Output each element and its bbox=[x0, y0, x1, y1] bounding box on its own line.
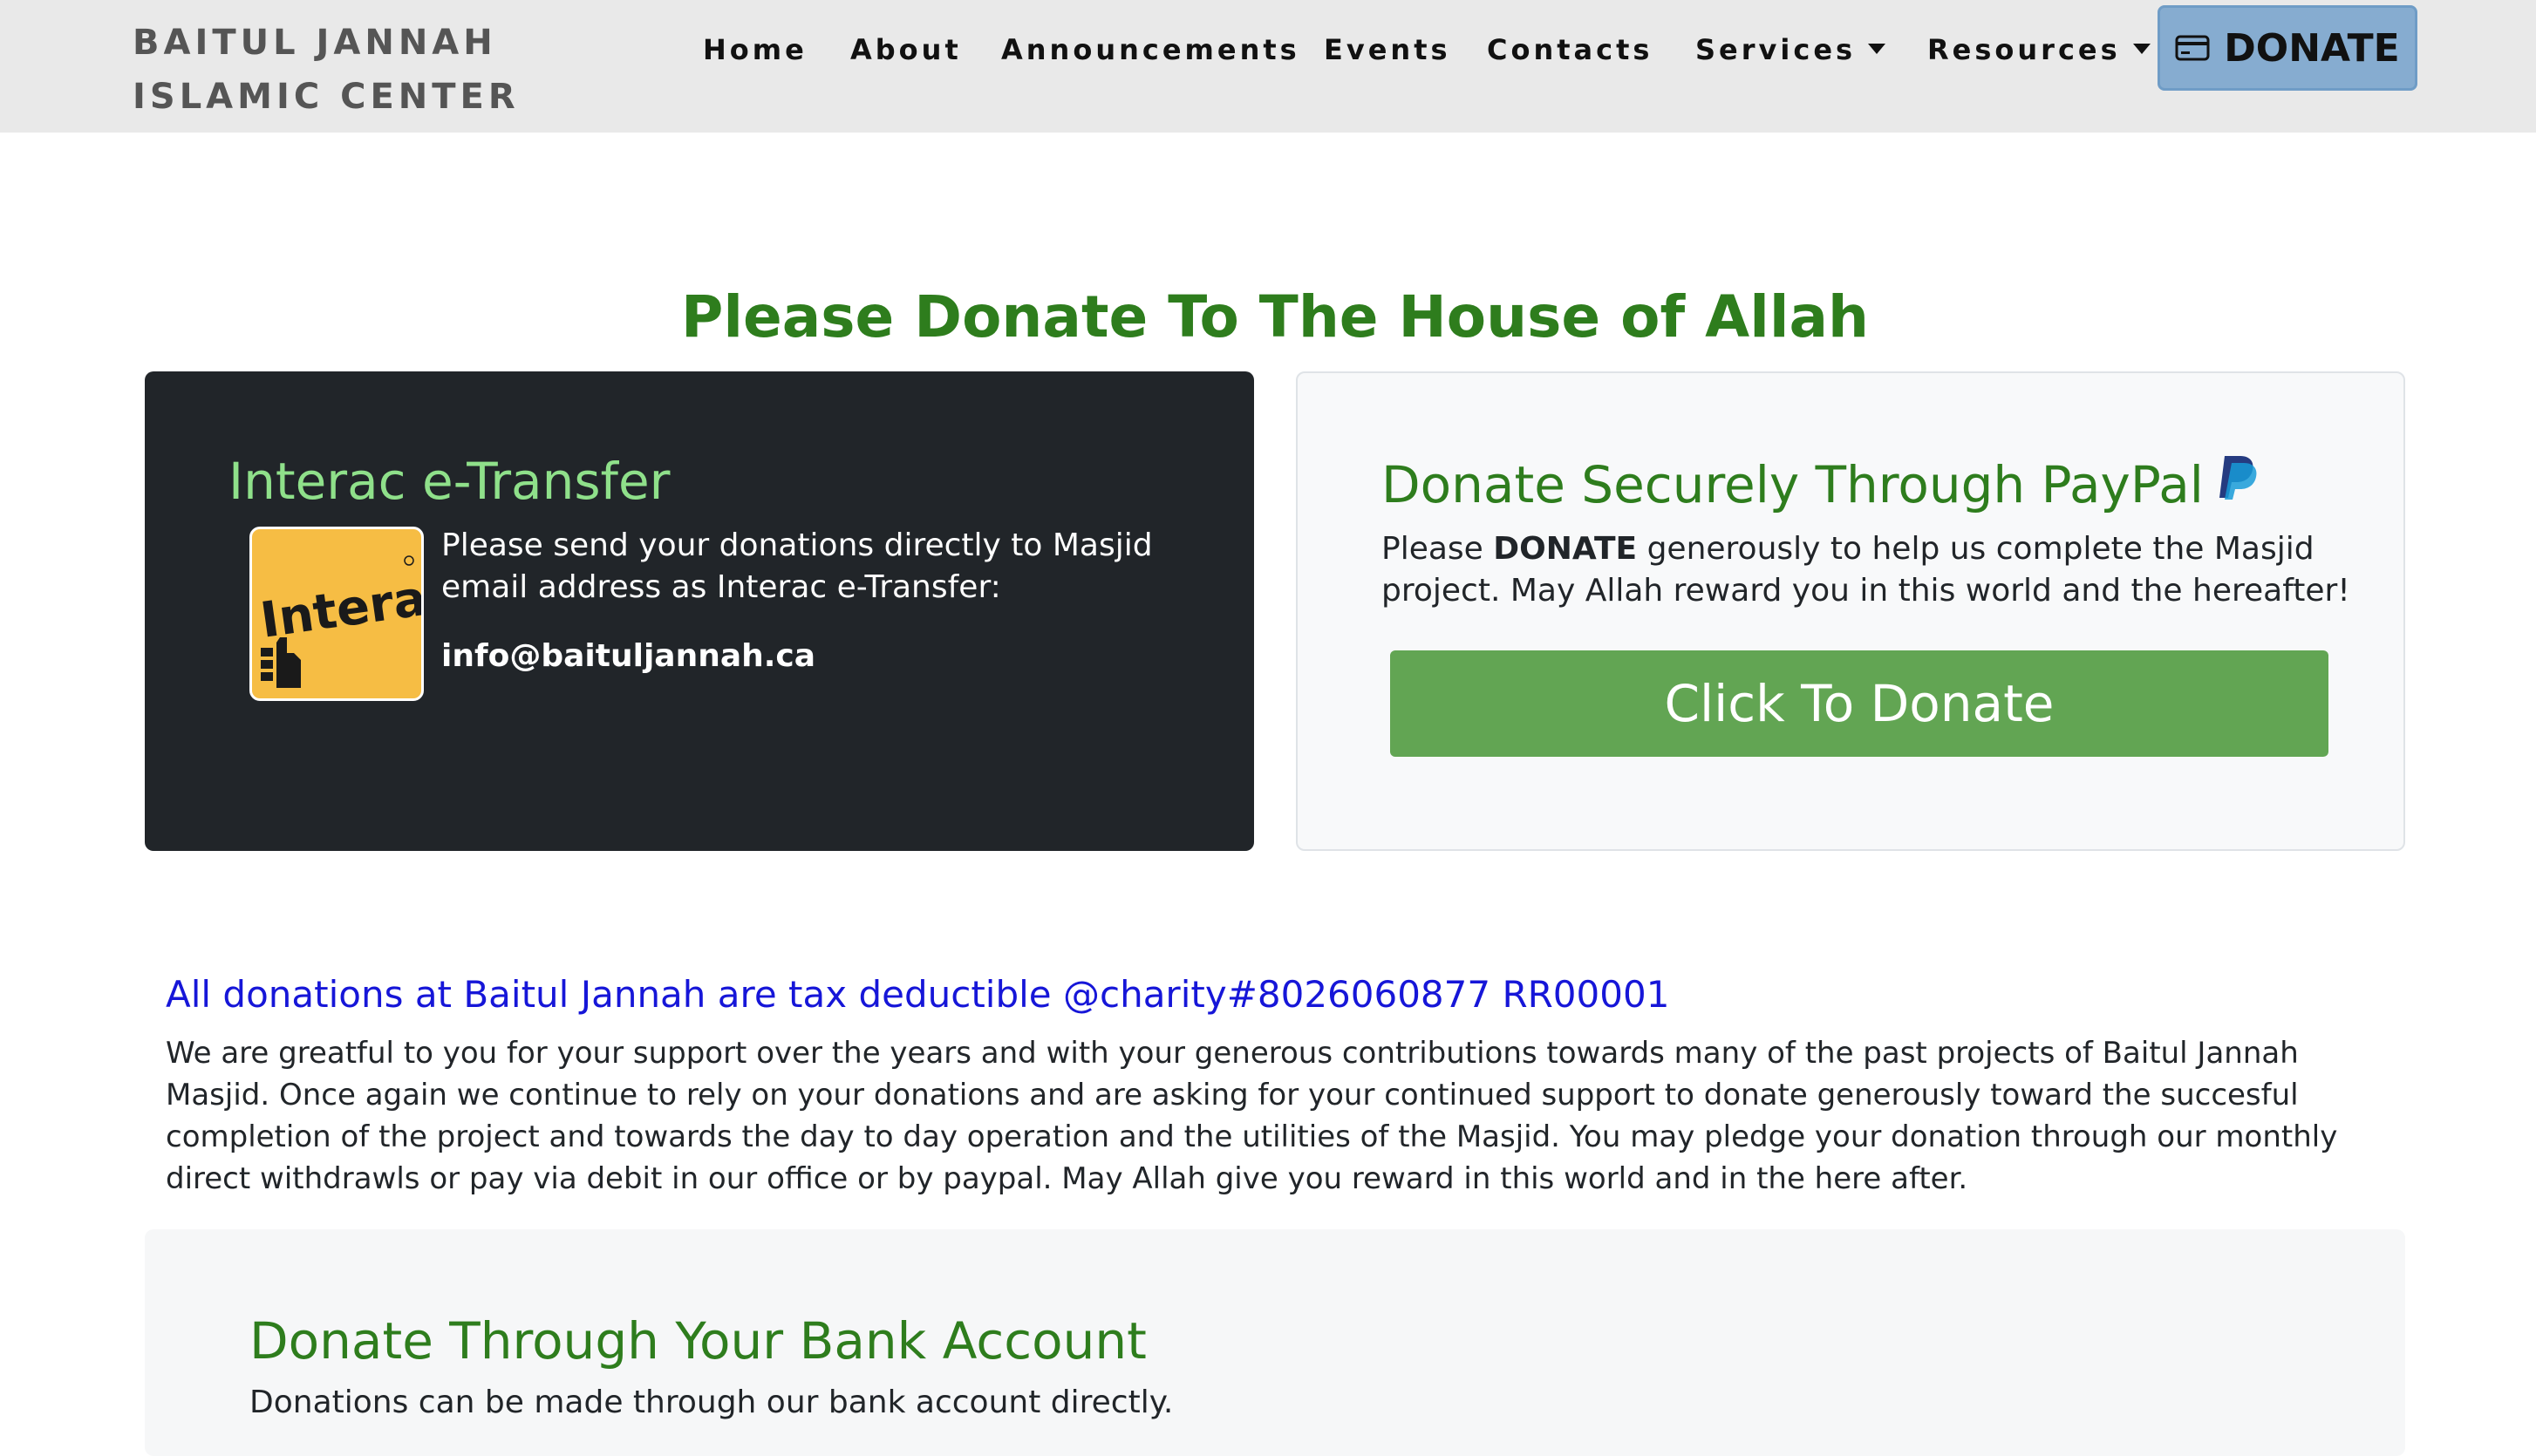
top-navbar: BAITUL JANNAH ISLAMIC CENTER Home About … bbox=[0, 0, 2536, 133]
paypal-icon bbox=[2216, 452, 2258, 514]
bank-description: Donations can be made through our bank a… bbox=[249, 1385, 1174, 1420]
donate-button[interactable]: DONATE bbox=[2158, 5, 2417, 91]
donate-button-label: DONATE bbox=[2224, 25, 2400, 71]
interac-logo-text: Interac bbox=[257, 566, 421, 650]
nav-events[interactable]: Events bbox=[1324, 26, 1451, 73]
tax-deductible-heading: All donations at Baitul Jannah are tax d… bbox=[166, 973, 1670, 1016]
interac-title: Interac e-Transfer bbox=[228, 452, 671, 511]
paypal-card: Donate Securely Through PayPal Please DO… bbox=[1296, 371, 2405, 851]
click-to-donate-button[interactable]: Click To Donate bbox=[1390, 650, 2328, 757]
paypal-text-bold: DONATE bbox=[1493, 531, 1638, 567]
credit-card-icon bbox=[2175, 26, 2210, 71]
brand-line-2: ISLAMIC CENTER bbox=[133, 77, 520, 117]
interac-description: Please send your donations directly to M… bbox=[441, 527, 1153, 605]
caret-down-icon bbox=[1868, 44, 1886, 54]
nav-home[interactable]: Home bbox=[703, 26, 808, 73]
interac-logo: Interac bbox=[249, 527, 424, 701]
paypal-description: Please DONATE generously to help us comp… bbox=[1381, 528, 2358, 612]
nav-about[interactable]: About bbox=[850, 26, 962, 73]
paypal-title-text: Donate Securely Through PayPal bbox=[1381, 455, 2204, 514]
interac-card: Interac e-Transfer Interac Please send y… bbox=[145, 371, 1254, 851]
bank-title: Donate Through Your Bank Account bbox=[249, 1311, 1147, 1371]
nav-services-dropdown[interactable]: Services bbox=[1695, 26, 1886, 73]
interac-email[interactable]: info@baituljannah.ca bbox=[441, 638, 815, 674]
nav-resources-dropdown[interactable]: Resources bbox=[1927, 26, 2151, 73]
site-brand[interactable]: BAITUL JANNAH ISLAMIC CENTER bbox=[133, 16, 520, 124]
caret-down-icon bbox=[2132, 44, 2151, 54]
paypal-text-before: Please bbox=[1381, 531, 1494, 567]
page-title: Please Donate To The House of Allah bbox=[680, 283, 1870, 350]
nav-contacts[interactable]: Contacts bbox=[1487, 26, 1653, 73]
nav-resources-label: Resources bbox=[1927, 33, 2121, 66]
nav-announcements[interactable]: Announcements bbox=[1001, 26, 1300, 73]
bank-account-panel: Donate Through Your Bank Account Donatio… bbox=[145, 1229, 2405, 1456]
brand-line-1: BAITUL JANNAH bbox=[133, 23, 497, 63]
nav-services-label: Services bbox=[1695, 33, 1857, 66]
tax-body-text: We are greatful to you for your support … bbox=[166, 1036, 2338, 1196]
paypal-title: Donate Securely Through PayPal bbox=[1381, 455, 2258, 519]
